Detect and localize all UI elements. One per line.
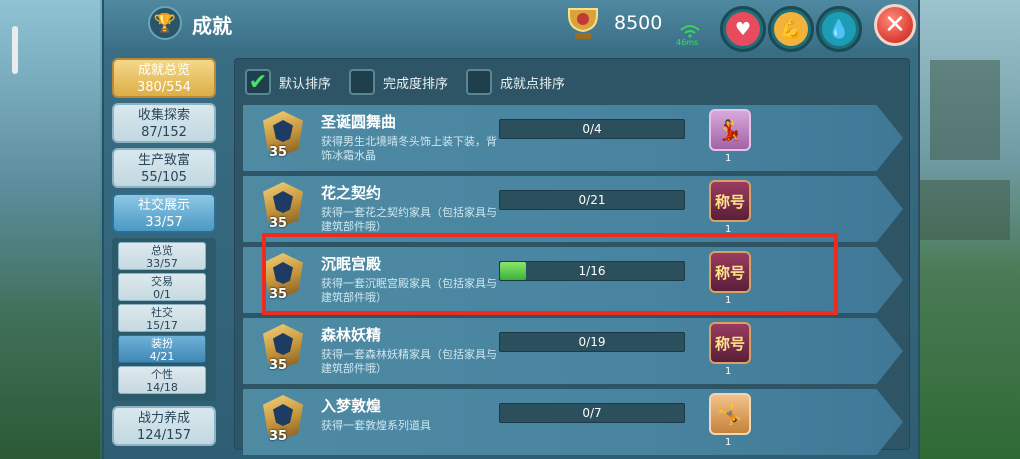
close-button[interactable]: ✕ xyxy=(874,4,916,46)
sort-completion-label: 完成度排序 xyxy=(383,76,449,92)
subcategory-panel: 总览 33/57 交易 0/1 社交 15/17 装扮 4/21 个性 14/1… xyxy=(112,238,216,401)
water-status-button[interactable]: 💧 xyxy=(816,6,862,52)
achievement-points: 8500 xyxy=(614,12,663,34)
subcategory-label: 总览 xyxy=(151,244,173,257)
subcategory-label: 社交 xyxy=(151,306,173,319)
medal-level: 35 xyxy=(269,145,288,160)
category-label: 生产致富 xyxy=(137,153,190,168)
sort-completion[interactable]: 完成度排序 xyxy=(349,69,448,95)
title-badge-icon[interactable]: 称号 xyxy=(709,180,751,222)
title-badge-icon[interactable]: 称号 xyxy=(709,322,751,364)
sort-default-label: 默认排序 xyxy=(279,76,332,92)
category-combat[interactable]: 战力养成 124/157 xyxy=(112,406,216,446)
arm-icon: 💪 xyxy=(774,12,808,46)
health-status-button[interactable]: ♥ xyxy=(720,6,766,52)
category-value: 33/57 xyxy=(145,215,183,230)
medal-level: 35 xyxy=(269,216,288,231)
subcategory-value: 0/1 xyxy=(153,288,171,301)
trophy-icon: 🏆 xyxy=(148,6,182,40)
achievement-title: 花之契约 xyxy=(321,184,382,202)
progress-bar: 0/4 xyxy=(499,119,685,139)
subcategory-dressup[interactable]: 装扮 4/21 xyxy=(118,335,206,363)
subcategory-overview[interactable]: 总览 33/57 xyxy=(118,242,206,270)
category-value: 87/152 xyxy=(141,125,187,140)
achievement-title: 森林妖精 xyxy=(321,326,382,344)
achievement-desc: 获得一套森林妖精家具（包括家具与建筑部件哦） xyxy=(321,348,497,375)
category-value: 124/157 xyxy=(136,428,191,443)
progress-text: 0/7 xyxy=(582,406,602,420)
subcategory-value: 14/18 xyxy=(146,381,178,394)
background-right xyxy=(910,0,1020,459)
highlight-box xyxy=(262,233,838,315)
medal-level: 35 xyxy=(269,429,288,444)
ping-text: 46ms xyxy=(676,38,699,47)
sort-default[interactable]: ✔ 默认排序 xyxy=(245,69,331,95)
reward-count: 1 xyxy=(725,153,732,164)
progress-text: 0/19 xyxy=(578,335,606,349)
achievement-title: 入梦敦煌 xyxy=(321,397,382,415)
achievement-desc: 获得男生北境晴冬头饰上装下装，背饰冰霜水晶 xyxy=(321,135,497,162)
achievement-row[interactable]: 35 森林妖精 获得一套森林妖精家具（包括家具与建筑部件哦） 0/19 称号 1 xyxy=(243,318,903,384)
category-collection[interactable]: 收集探索 87/152 xyxy=(112,103,216,143)
subcategory-value: 33/57 xyxy=(146,257,178,270)
page-title: 成就 xyxy=(192,14,232,38)
medal-icon: 35 xyxy=(259,182,307,236)
subcategory-label: 交易 xyxy=(151,275,173,288)
heart-icon: ♥ xyxy=(726,12,760,46)
sort-default-checkbox[interactable]: ✔ xyxy=(245,69,271,95)
progress-text: 0/4 xyxy=(582,122,602,136)
category-label: 成就总览 xyxy=(137,63,190,78)
category-label: 战力养成 xyxy=(137,411,190,426)
subcategory-value: 15/17 xyxy=(146,319,178,332)
reward-count: 1 xyxy=(725,366,732,377)
category-label: 社交展示 xyxy=(137,198,190,213)
sort-bar: ✔ 默认排序 完成度排序 成就点排序 xyxy=(245,67,583,97)
water-drop-icon: 💧 xyxy=(822,12,856,46)
subcategory-label: 装扮 xyxy=(151,337,173,350)
progress-bar: 0/19 xyxy=(499,332,685,352)
category-overview[interactable]: 成就总览 380/554 xyxy=(112,58,216,98)
drawer-handle[interactable] xyxy=(12,26,18,74)
achievement-row[interactable]: 35 入梦敦煌 获得一套敦煌系列道具 0/7 🤸 1 xyxy=(243,389,903,455)
dance-icon[interactable]: 🤸 xyxy=(709,393,751,435)
achievement-desc: 获得一套敦煌系列道具 xyxy=(321,419,431,432)
medal-icon: 35 xyxy=(259,324,307,378)
progress-text: 0/21 xyxy=(578,193,606,207)
category-value: 380/554 xyxy=(136,80,191,95)
achievement-row[interactable]: 35 圣诞圆舞曲 获得男生北境晴冬头饰上装下装，背饰冰霜水晶 0/4 💃 1 xyxy=(243,105,903,171)
medal-icon: 35 xyxy=(259,111,307,165)
subcategory-personality[interactable]: 个性 14/18 xyxy=(118,366,206,394)
progress-bar: 0/7 xyxy=(499,403,685,423)
progress-bar: 0/21 xyxy=(499,190,685,210)
category-social[interactable]: 社交展示 33/57 xyxy=(112,193,216,233)
sort-points-checkbox[interactable] xyxy=(466,69,493,95)
medal-level: 35 xyxy=(269,358,288,373)
subcategory-trade[interactable]: 交易 0/1 xyxy=(118,273,206,301)
close-icon: ✕ xyxy=(884,10,906,40)
subcategory-label: 个性 xyxy=(151,368,173,381)
category-production[interactable]: 生产致富 55/105 xyxy=(112,148,216,188)
achievement-title: 圣诞圆舞曲 xyxy=(321,113,397,131)
subcategory-value: 4/21 xyxy=(149,350,175,363)
sort-points-label: 成就点排序 xyxy=(500,76,566,92)
sort-points[interactable]: 成就点排序 xyxy=(466,69,565,95)
category-value: 55/105 xyxy=(141,170,187,185)
checkmark-icon: ✔ xyxy=(248,69,268,95)
sort-completion-checkbox[interactable] xyxy=(349,69,376,95)
subcategory-social[interactable]: 社交 15/17 xyxy=(118,304,206,332)
achievement-points-icon xyxy=(562,4,604,44)
dance-icon[interactable]: 💃 xyxy=(709,109,751,151)
category-sidebar: 成就总览 380/554 收集探索 87/152 生产致富 55/105 社交展… xyxy=(112,58,220,451)
medal-icon: 35 xyxy=(259,395,307,449)
achievement-desc: 获得一套花之契约家具（包括家具与建筑部件哦） xyxy=(321,206,497,233)
reward-count: 1 xyxy=(725,437,732,448)
category-label: 收集探索 xyxy=(137,108,190,123)
stamina-status-button[interactable]: 💪 xyxy=(768,6,814,52)
